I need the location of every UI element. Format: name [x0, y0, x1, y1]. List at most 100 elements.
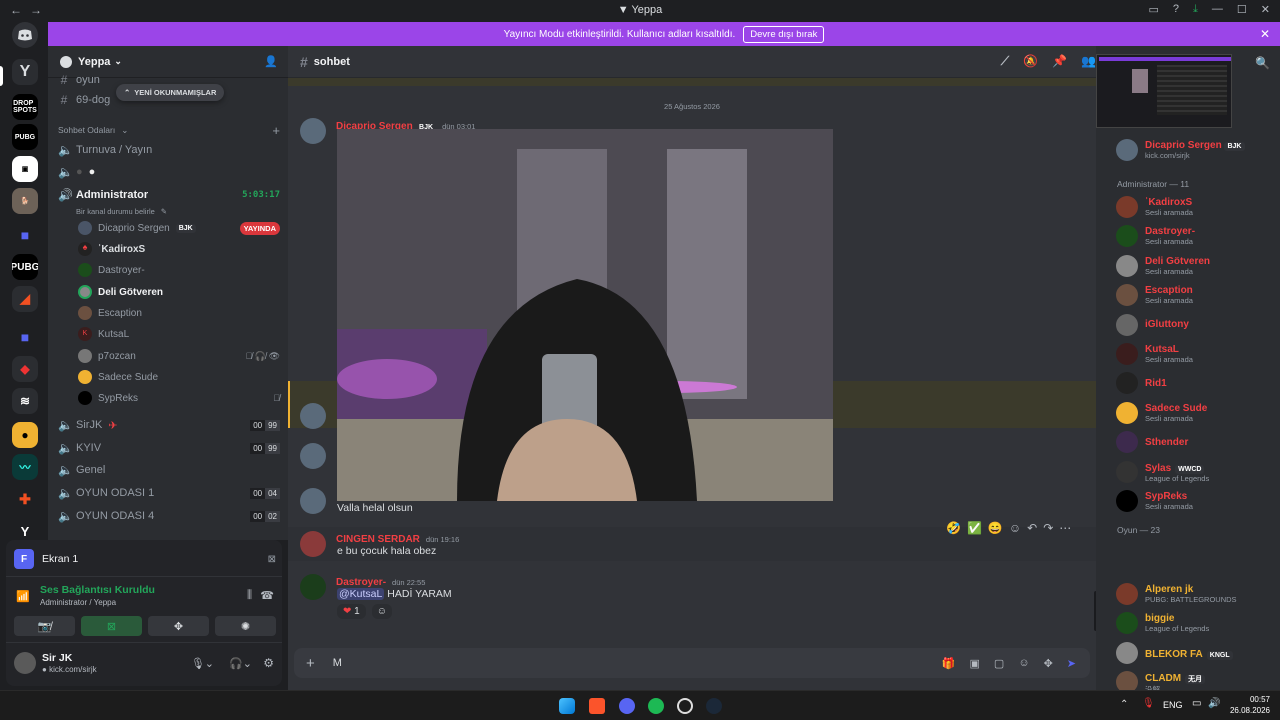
member-row[interactable]: Rid1: [1116, 369, 1280, 397]
members-icon[interactable]: 👥: [1081, 54, 1096, 69]
add-reaction-icon[interactable]: ☺: [1009, 521, 1021, 535]
send-icon[interactable]: ➤: [1067, 657, 1076, 670]
gift-icon[interactable]: 🎁: [942, 657, 956, 670]
screen-share-button[interactable]: ⊠: [81, 616, 142, 636]
channel-kyiv[interactable]: 🔈 KYIV 00 99: [58, 438, 280, 458]
voice-user-escaption[interactable]: Escaption: [78, 303, 280, 323]
member-row[interactable]: KutsaL Sesli aramada: [1116, 340, 1280, 368]
apps-icon[interactable]: ✥: [1044, 657, 1053, 670]
voice-connection-status[interactable]: 📶 Ses Bağlantısı Kuruldu Administrator /…: [16, 584, 278, 610]
more-icon[interactable]: ⋯: [1059, 521, 1071, 535]
smile-icon[interactable]: 😄: [988, 521, 1003, 535]
channel-oyun-odasi-4[interactable]: 🔈 OYUN ODASI 4 00 02: [58, 506, 280, 526]
server-red-icon[interactable]: ◆: [12, 356, 38, 382]
channel-genel[interactable]: 🔈 Genel: [58, 460, 280, 480]
channel-oyun-odasi-1[interactable]: 🔈 OYUN ODASI 1 00 04: [58, 483, 280, 503]
add-attachment-icon[interactable]: +: [306, 655, 315, 672]
server-icon[interactable]: ▣: [12, 156, 38, 182]
member-row[interactable]: Sadece Sude Sesli aramada: [1116, 399, 1280, 427]
reaction-icon[interactable]: 🤣: [946, 521, 961, 535]
mute-notifications-icon[interactable]: 🔕: [1023, 54, 1038, 69]
language-indicator[interactable]: ENG: [1163, 700, 1183, 710]
inbox-icon[interactable]: ▭: [1149, 3, 1159, 16]
channel-sirjk[interactable]: 🔈 SirJK ✈ 00 99: [58, 415, 280, 435]
folder-icon[interactable]: ■: [12, 222, 38, 248]
member-row[interactable]: ʾKadiroxS Sesli aramada: [1116, 193, 1280, 221]
microphone-icon[interactable]: 🎙⌄: [191, 657, 214, 670]
member-row[interactable]: CLADM 无月 没解: [1116, 668, 1280, 690]
spotify-icon[interactable]: [648, 698, 664, 714]
channel-unnamed-voice[interactable]: 🔈 ● ●: [58, 162, 280, 182]
search-icon[interactable]: 🔍: [1255, 56, 1270, 70]
sticker-icon[interactable]: ▢: [994, 657, 1004, 670]
server-wing-icon[interactable]: ≋: [12, 388, 38, 414]
member-row[interactable]: Sthender: [1116, 428, 1280, 456]
soundboard-icon[interactable]: ⫼: [247, 589, 252, 602]
member-row[interactable]: iGluttony: [1116, 311, 1280, 339]
server-arrow-icon[interactable]: ◢: [12, 286, 38, 312]
category-sohbet-odalari[interactable]: Sohbet Odaları ⌄ +: [58, 120, 280, 140]
server-yeppa-icon[interactable]: Y: [12, 59, 38, 85]
avatar[interactable]: [300, 531, 326, 557]
minimize-button[interactable]: —: [1212, 3, 1223, 16]
heart-reaction[interactable]: ❤ 1: [337, 604, 366, 619]
channel-turnuva-yayin[interactable]: 🔈 Turnuva / Yayın: [58, 140, 280, 160]
member-row[interactable]: Dastroyer- Sesli aramada: [1116, 222, 1280, 250]
invite-icon[interactable]: 👤: [264, 55, 278, 68]
server-dog-icon[interactable]: 🐕: [12, 188, 38, 214]
forward-icon[interactable]: ↷: [1043, 521, 1053, 535]
member-row[interactable]: biggie League of Legends: [1116, 609, 1280, 637]
voice-user-p7ozcan[interactable]: p7ozcan 🎙̸ 🎧̸ 👁: [78, 346, 280, 366]
discord-icon[interactable]: [619, 698, 635, 714]
add-reaction-button[interactable]: ☺: [371, 604, 392, 619]
activities-button[interactable]: ✥: [148, 616, 209, 636]
member-row[interactable]: Sylas WWCD League of Legends: [1116, 458, 1280, 486]
close-stream-icon[interactable]: ⊠: [268, 554, 276, 565]
server-cross-icon[interactable]: ✚: [12, 486, 38, 512]
disconnect-icon[interactable]: ☎: [260, 589, 274, 602]
member-dicaprio[interactable]: Dicaprio Sergen BJK kick.com/sirjk: [1116, 136, 1280, 164]
server-yellow-icon[interactable]: ●: [12, 422, 38, 448]
reply-icon[interactable]: ↶: [1027, 521, 1037, 535]
network-icon[interactable]: ▭: [1192, 698, 1201, 709]
check-icon[interactable]: ✅: [967, 521, 982, 535]
threads-icon[interactable]: ⟋: [1001, 54, 1009, 69]
user-avatar[interactable]: [14, 652, 36, 674]
voice-user-dastroyer[interactable]: Dastroyer-: [78, 260, 280, 280]
help-icon[interactable]: ?: [1173, 3, 1179, 16]
brave-icon[interactable]: [589, 698, 605, 714]
clock[interactable]: 00:57 26.08.2026: [1228, 694, 1270, 716]
member-row[interactable]: Alperen jk PUBG: BATTLEGROUNDS: [1116, 580, 1280, 608]
server-dropspots-icon[interactable]: DROP SPOTS: [12, 94, 38, 120]
server-wave-icon[interactable]: 〰: [12, 454, 38, 480]
member-row[interactable]: BLEKOR FA KNGL: [1116, 639, 1280, 667]
avatar[interactable]: [300, 403, 326, 429]
folder-icon-2[interactable]: ■: [12, 324, 38, 350]
avatar[interactable]: [300, 118, 326, 144]
server-pubg-esports-icon[interactable]: PUBG: [12, 124, 38, 150]
voice-user-kutsal[interactable]: K KutsaL: [78, 324, 280, 344]
close-window-button[interactable]: ✕: [1261, 3, 1270, 16]
add-channel-icon[interactable]: +: [272, 123, 280, 138]
voice-user-deli-gotveren[interactable]: Deli Götveren: [78, 282, 280, 302]
voice-user-kadiroxs[interactable]: ♠ ʾKadiroxS: [78, 239, 280, 259]
settings-gear-icon[interactable]: ⚙: [263, 656, 274, 670]
stream-preview[interactable]: [1096, 54, 1232, 128]
video-off-button[interactable]: 📷̸: [14, 616, 75, 636]
close-icon[interactable]: ✕: [1260, 27, 1270, 41]
member-row[interactable]: Deli Götveren Sesli aramada: [1116, 252, 1280, 280]
avatar[interactable]: [300, 488, 326, 514]
voice-user-sadece-sude[interactable]: Sadece Sude: [78, 367, 280, 387]
server-pubg-icon[interactable]: PUBG: [12, 254, 38, 280]
soundboard-button[interactable]: ✺: [215, 616, 276, 636]
tray-chevron-icon[interactable]: ⌃: [1120, 699, 1128, 710]
volume-icon[interactable]: 🔊: [1208, 698, 1220, 709]
download-icon[interactable]: ⤓: [1193, 3, 1198, 16]
start-icon[interactable]: [559, 698, 575, 714]
avatar[interactable]: [300, 443, 326, 469]
disable-streamer-mode-button[interactable]: Devre dışı bırak: [743, 25, 825, 43]
discord-home-icon[interactable]: [12, 22, 38, 48]
mic-tray-icon[interactable]: 🎙: [1142, 698, 1155, 709]
voice-user-sypreks[interactable]: SypReks 🎙̸: [78, 388, 280, 408]
emoji-icon[interactable]: ☺: [1018, 657, 1029, 670]
